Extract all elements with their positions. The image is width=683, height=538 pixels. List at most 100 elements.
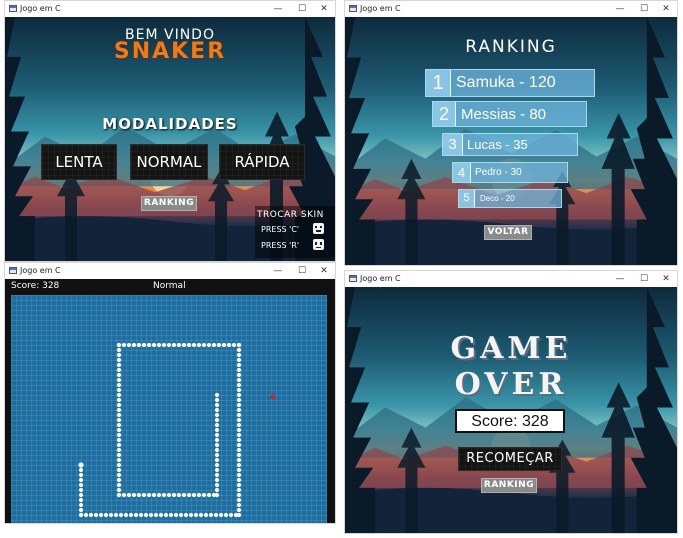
game-over-line2: OVER bbox=[454, 367, 568, 402]
snake-segment bbox=[146, 492, 152, 498]
snake-segment bbox=[236, 432, 242, 438]
snake-segment bbox=[78, 512, 84, 518]
snake-segment bbox=[98, 512, 104, 518]
snake-segment bbox=[131, 342, 137, 348]
skin-title: TROCAR SKIN bbox=[257, 210, 324, 220]
snake-segment bbox=[113, 512, 119, 518]
maximize-button[interactable]: ☐ bbox=[637, 2, 651, 16]
snake-segment bbox=[123, 512, 129, 518]
snake-segment bbox=[116, 352, 122, 358]
back-button[interactable]: VOLTAR bbox=[484, 225, 532, 240]
snake-segment bbox=[138, 512, 144, 518]
app-icon bbox=[349, 275, 357, 282]
snake-segment bbox=[116, 387, 122, 393]
snake-segment bbox=[116, 472, 122, 478]
rank-position: 1 bbox=[426, 70, 451, 96]
snake-segment bbox=[151, 492, 157, 498]
snake-segment bbox=[236, 397, 242, 403]
snake-segment bbox=[126, 342, 132, 348]
snake-segment bbox=[214, 467, 220, 473]
window-title: Jogo em C bbox=[20, 4, 61, 13]
final-score-label: Score: 328 bbox=[471, 413, 549, 430]
snake-segment bbox=[116, 377, 122, 383]
snake-segment bbox=[198, 512, 204, 518]
skin-r-icon[interactable] bbox=[313, 239, 324, 250]
snake-segment bbox=[203, 512, 209, 518]
titlebar: Jogo em C — ☐ ✕ bbox=[5, 1, 335, 17]
snake-segment bbox=[116, 447, 122, 453]
skin-c-icon[interactable] bbox=[313, 223, 324, 234]
snake-segment bbox=[231, 342, 237, 348]
final-score-box: Score: 328 bbox=[455, 409, 565, 433]
snake-segment bbox=[214, 487, 220, 493]
snake-segment bbox=[78, 507, 84, 513]
snake-segment bbox=[116, 357, 122, 363]
snake-head bbox=[78, 462, 84, 468]
snake-segment bbox=[236, 402, 242, 408]
maximize-button[interactable]: ☐ bbox=[295, 264, 309, 278]
snake-segment bbox=[214, 482, 220, 488]
minimize-button[interactable]: — bbox=[271, 2, 285, 16]
snake-segment bbox=[214, 462, 220, 468]
ranking-button[interactable]: RANKING bbox=[481, 478, 537, 493]
skin-r-mouth bbox=[316, 247, 321, 248]
snake-segment bbox=[228, 512, 234, 518]
minimize-button[interactable]: — bbox=[613, 272, 627, 286]
maximize-button[interactable]: ☐ bbox=[295, 2, 309, 16]
snake-segment bbox=[236, 437, 242, 443]
snake-segment bbox=[186, 492, 192, 498]
game-over-line1: GAME bbox=[450, 331, 572, 366]
mode-normal-button[interactable]: NORMAL bbox=[130, 144, 208, 180]
game-over-screen: GAME OVER Score: 328 RECOMEÇAR RANKING bbox=[345, 287, 677, 533]
ranking-button[interactable]: RANKING bbox=[141, 196, 197, 211]
snake-segment bbox=[206, 492, 212, 498]
snake-segment bbox=[116, 442, 122, 448]
close-button[interactable]: ✕ bbox=[659, 2, 673, 16]
snake-segment bbox=[148, 512, 154, 518]
snake-segment bbox=[116, 417, 122, 423]
snake-segment bbox=[236, 507, 242, 513]
snake-segment bbox=[236, 497, 242, 503]
snake-segment bbox=[206, 342, 212, 348]
ranking-title: RANKING bbox=[465, 37, 557, 57]
snake-segment bbox=[93, 512, 99, 518]
minimize-button[interactable]: — bbox=[613, 2, 627, 16]
minimize-button[interactable]: — bbox=[271, 264, 285, 278]
snake-segment bbox=[214, 392, 220, 398]
snake-segment bbox=[78, 467, 84, 473]
game-grid[interactable] bbox=[11, 295, 327, 523]
rank-position: 3 bbox=[443, 134, 463, 155]
mode-fast-button[interactable]: RÁPIDA bbox=[219, 144, 305, 180]
app-icon bbox=[9, 5, 17, 12]
snake-segment bbox=[214, 492, 220, 498]
gameplay-screen: Score: 328 Normal bbox=[5, 279, 335, 523]
window-main-menu: Jogo em C — ☐ ✕ BEM VINDO SNAKER MODALID… bbox=[4, 0, 336, 262]
snake-segment bbox=[143, 512, 149, 518]
rank-text: Lucas - 35 bbox=[467, 137, 528, 152]
snake-segment bbox=[116, 492, 122, 498]
snake-segment bbox=[116, 412, 122, 418]
close-button[interactable]: ✕ bbox=[317, 264, 331, 278]
snake-segment bbox=[78, 492, 84, 498]
snake-segment bbox=[88, 512, 94, 518]
main-menu-screen: BEM VINDO SNAKER MODALIDADES LENTA NORMA… bbox=[5, 17, 335, 261]
ranking-entry-4: 4 Pedro - 30 bbox=[452, 162, 568, 183]
snake-segment bbox=[161, 492, 167, 498]
window-title: Jogo em C bbox=[360, 4, 401, 13]
window-gameplay: Jogo em C — ☐ ✕ Score: 328 Normal bbox=[4, 262, 336, 524]
ranking-entry-2: 2 Messias - 80 bbox=[432, 101, 587, 127]
snake-segment bbox=[83, 512, 89, 518]
snake-segment bbox=[211, 342, 217, 348]
maximize-button[interactable]: ☐ bbox=[637, 272, 651, 286]
app-icon bbox=[349, 5, 357, 12]
snake-segment bbox=[78, 502, 84, 508]
snake-segment bbox=[236, 377, 242, 383]
restart-button[interactable]: RECOMEÇAR bbox=[458, 447, 562, 471]
close-button[interactable]: ✕ bbox=[317, 2, 331, 16]
snake-segment bbox=[78, 487, 84, 493]
snake-segment bbox=[218, 512, 224, 518]
mode-slow-button[interactable]: LENTA bbox=[41, 144, 117, 180]
snake-segment bbox=[191, 492, 197, 498]
close-button[interactable]: ✕ bbox=[659, 272, 673, 286]
snake-segment bbox=[146, 342, 152, 348]
